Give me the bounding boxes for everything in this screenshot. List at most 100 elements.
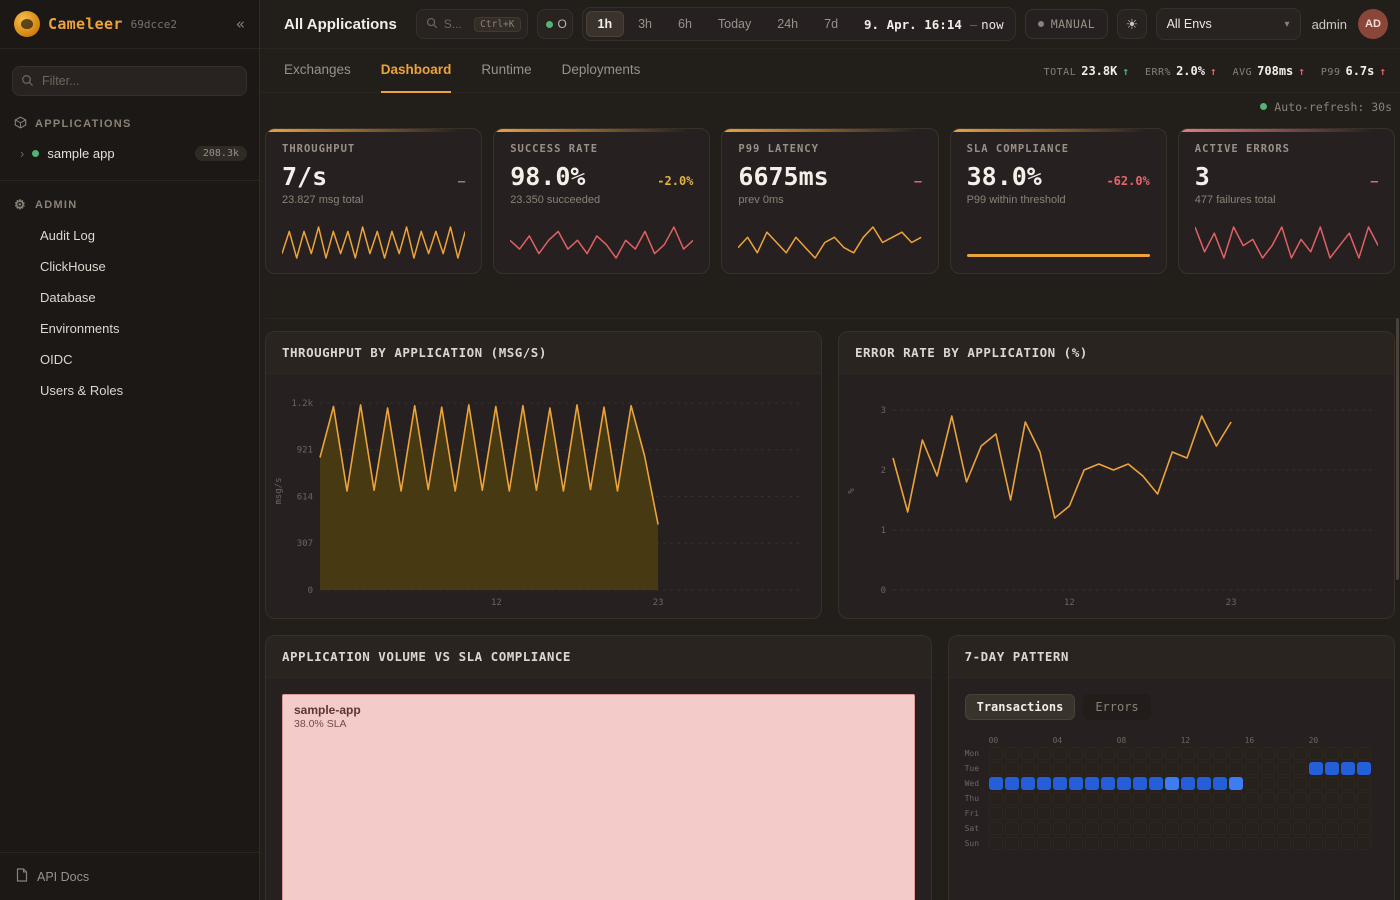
heatmap-cell[interactable] xyxy=(1053,762,1067,775)
heatmap-cell[interactable] xyxy=(1037,762,1051,775)
heatmap-cell[interactable] xyxy=(989,792,1003,805)
heatmap-cell[interactable] xyxy=(1069,837,1083,850)
heatmap-cell[interactable] xyxy=(1165,807,1179,820)
heatmap-cell[interactable] xyxy=(1245,762,1259,775)
filter-input[interactable] xyxy=(12,66,247,96)
heatmap-cell[interactable] xyxy=(1133,777,1147,790)
heatmap-cell[interactable] xyxy=(1261,837,1275,850)
heatmap-cell[interactable] xyxy=(1117,762,1131,775)
heatmap-cell[interactable] xyxy=(1101,837,1115,850)
heatmap-cell[interactable] xyxy=(1181,807,1195,820)
heatmap-cell[interactable] xyxy=(1021,822,1035,835)
manual-refresh-button[interactable]: MANUAL xyxy=(1025,9,1109,39)
heatmap-cell[interactable] xyxy=(1133,792,1147,805)
heatmap-cell[interactable] xyxy=(1341,792,1355,805)
heatmap-cell[interactable] xyxy=(1197,762,1211,775)
range-end-label[interactable]: now xyxy=(981,17,1012,32)
heatmap-cell[interactable] xyxy=(1309,762,1323,775)
heatmap-cell[interactable] xyxy=(1037,792,1051,805)
heatmap-cell[interactable] xyxy=(1133,762,1147,775)
sidebar-item-database[interactable]: Database xyxy=(0,282,259,313)
heatmap-cell[interactable] xyxy=(1005,837,1019,850)
heatmap-cell[interactable] xyxy=(1341,777,1355,790)
heatmap-cell[interactable] xyxy=(1085,792,1099,805)
heatmap-cell[interactable] xyxy=(1197,777,1211,790)
heatmap-cell[interactable] xyxy=(1053,807,1067,820)
heatmap-cell[interactable] xyxy=(1165,747,1179,760)
heatmap-cell[interactable] xyxy=(1261,822,1275,835)
heatmap-cell[interactable] xyxy=(989,807,1003,820)
heatmap-cell[interactable] xyxy=(1213,777,1227,790)
heatmap-cell[interactable] xyxy=(1261,747,1275,760)
heatmap-cell[interactable] xyxy=(1181,777,1195,790)
heatmap-cell[interactable] xyxy=(1229,792,1243,805)
heatmap-cell[interactable] xyxy=(1213,747,1227,760)
heatmap-cell[interactable] xyxy=(1085,762,1099,775)
heatmap-cell[interactable] xyxy=(1341,762,1355,775)
heatmap-cell[interactable] xyxy=(1053,822,1067,835)
heatmap-cell[interactable] xyxy=(1341,822,1355,835)
heatmap-cell[interactable] xyxy=(1133,822,1147,835)
heatmap-cell[interactable] xyxy=(989,777,1003,790)
heatmap-cell[interactable] xyxy=(1293,807,1307,820)
heatmap-cell[interactable] xyxy=(1165,822,1179,835)
sidebar-item-oidc[interactable]: OIDC xyxy=(0,344,259,375)
sidebar-item-audit-log[interactable]: Audit Log xyxy=(0,220,259,251)
heatmap-cell[interactable] xyxy=(1229,822,1243,835)
api-docs-link[interactable]: API Docs xyxy=(0,852,259,900)
heatmap-cell[interactable] xyxy=(1053,792,1067,805)
heatmap-cell[interactable] xyxy=(1005,747,1019,760)
heatmap-cell[interactable] xyxy=(1181,822,1195,835)
heatmap-cell[interactable] xyxy=(1149,822,1163,835)
heatmap-cell[interactable] xyxy=(1005,822,1019,835)
heatmap-cell[interactable] xyxy=(1197,807,1211,820)
heatmap-cell[interactable] xyxy=(1005,777,1019,790)
heatmap-cell[interactable] xyxy=(1085,777,1099,790)
heatmap-cell[interactable] xyxy=(1101,762,1115,775)
heatmap-cell[interactable] xyxy=(1037,822,1051,835)
heatmap-cell[interactable] xyxy=(1213,837,1227,850)
treemap-cell[interactable]: sample-app 38.0% SLA xyxy=(282,694,915,900)
heatmap-cell[interactable] xyxy=(1149,777,1163,790)
heatmap-cell[interactable] xyxy=(1165,762,1179,775)
heatmap-cell[interactable] xyxy=(989,837,1003,850)
heatmap-cell[interactable] xyxy=(1213,762,1227,775)
heatmap-cell[interactable] xyxy=(1293,822,1307,835)
heatmap-cell[interactable] xyxy=(1197,837,1211,850)
heatmap-cell[interactable] xyxy=(1085,837,1099,850)
heatmap-cell[interactable] xyxy=(1037,777,1051,790)
heatmap-cell[interactable] xyxy=(1149,807,1163,820)
heatmap-cell[interactable] xyxy=(1261,792,1275,805)
heatmap-cell[interactable] xyxy=(1149,747,1163,760)
theme-toggle-button[interactable]: ☀ xyxy=(1117,9,1146,39)
heatmap-cell[interactable] xyxy=(1053,777,1067,790)
heatmap-cell[interactable] xyxy=(1037,747,1051,760)
sidebar-item-environments[interactable]: Environments xyxy=(0,313,259,344)
heatmap-cell[interactable] xyxy=(989,747,1003,760)
heatmap-cell[interactable] xyxy=(1245,792,1259,805)
time-range-24h[interactable]: 24h xyxy=(765,11,810,37)
heatmap-cell[interactable] xyxy=(1069,762,1083,775)
heatmap-cell[interactable] xyxy=(1325,762,1339,775)
scrollbar[interactable] xyxy=(1396,318,1399,580)
heatmap-cell[interactable] xyxy=(1069,777,1083,790)
heatmap-cell[interactable] xyxy=(1261,777,1275,790)
heatmap-cell[interactable] xyxy=(1357,807,1371,820)
heatmap-cell[interactable] xyxy=(1021,777,1035,790)
heatmap-cell[interactable] xyxy=(1149,792,1163,805)
heatmap-cell[interactable] xyxy=(1357,837,1371,850)
heatmap-cell[interactable] xyxy=(1133,837,1147,850)
heatmap-cell[interactable] xyxy=(1181,747,1195,760)
heatmap-cell[interactable] xyxy=(1181,837,1195,850)
heatmap-cell[interactable] xyxy=(1277,822,1291,835)
heatmap-cell[interactable] xyxy=(989,822,1003,835)
heatmap-cell[interactable] xyxy=(1133,807,1147,820)
heatmap-cell[interactable] xyxy=(1101,747,1115,760)
avatar[interactable]: AD xyxy=(1358,9,1388,39)
heatmap-cell[interactable] xyxy=(1069,792,1083,805)
heatmap-cell[interactable] xyxy=(1005,762,1019,775)
heatmap-cell[interactable] xyxy=(1037,807,1051,820)
heatmap-cell[interactable] xyxy=(1325,837,1339,850)
errors-toggle[interactable]: Errors xyxy=(1083,694,1150,720)
heatmap-cell[interactable] xyxy=(1197,822,1211,835)
